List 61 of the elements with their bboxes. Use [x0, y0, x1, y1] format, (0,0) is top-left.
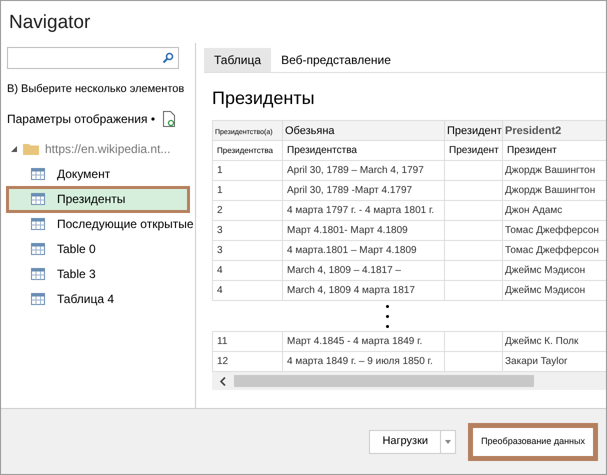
tree-item[interactable]: Таблица 4 — [7, 286, 189, 312]
column-header: Обезьяна — [285, 125, 335, 137]
table-cell: 4 — [213, 281, 283, 301]
table-cell-text: Джеймс К. Полк — [504, 335, 580, 349]
tree-item[interactable]: https://en.wikipedia.nt... — [45, 140, 170, 158]
horizontal-scrollbar[interactable] — [212, 372, 606, 390]
table-cell-text: Джордж Вашингтон — [504, 184, 596, 198]
table-cell: 1 — [213, 181, 283, 201]
table-cell: 3 — [213, 241, 283, 261]
preview-title: Президенты — [211, 87, 316, 110]
tree-item[interactable]: Table 0 — [7, 236, 189, 262]
search-icon — [162, 52, 174, 64]
table-cell: 11 — [213, 332, 283, 352]
table-icon — [31, 293, 45, 305]
tree-item[interactable]: Президенты — [7, 186, 189, 212]
table-cell-text: Джеймс Мэдисон — [504, 264, 586, 278]
table-cell: April 30, 1789 -Март 4.1797 — [283, 181, 445, 201]
load-button[interactable]: Нагрузки — [369, 430, 456, 454]
tree-item[interactable]: Table 3 — [7, 262, 189, 286]
table-cell: April 30, 1789 – March 4, 1797 — [283, 161, 445, 181]
table-cell-text: Томас Джефферсон — [504, 244, 600, 258]
expand-arrow-icon[interactable] — [11, 146, 17, 152]
search-field[interactable] — [7, 47, 179, 69]
scroll-left-icon[interactable] — [220, 376, 226, 386]
column-subheader: Президентства — [213, 141, 283, 161]
transform-data-button[interactable]: Преобразование данных — [468, 422, 598, 460]
column-header: Президент — [447, 125, 502, 137]
table-cell: 1 — [213, 161, 283, 181]
table-icon — [31, 218, 45, 230]
table-cell-text: Джордж Вашингтон — [504, 164, 596, 178]
tab[interactable]: Таблица — [204, 48, 272, 72]
table-cell: 2 — [213, 201, 283, 221]
table-icon — [31, 168, 45, 180]
table-icon — [31, 243, 45, 255]
table-cell: 4 марта.1801 – Март 4.1809 — [283, 241, 445, 261]
table-cell: 4 марта 1797 г. - 4 марта 1801 г. — [283, 201, 445, 221]
dropdown-caret-icon[interactable] — [445, 440, 452, 444]
table-cell: Март 4.1845 - 4 марта 1849 г. — [283, 332, 445, 352]
table-icon — [31, 193, 45, 205]
column-header: President2 — [505, 125, 562, 137]
table-cell-text: Закари Taylor — [504, 355, 568, 369]
table-cell-text: Джон Адамс — [504, 204, 564, 218]
column-subheader: Президент — [503, 141, 606, 161]
folder-icon — [23, 142, 39, 155]
tree-item[interactable]: Документ — [7, 162, 189, 186]
column-subheader: Президент — [445, 141, 503, 161]
table-icon — [31, 268, 45, 280]
table-cell: March 4, 1809 – 4.1817 – — [283, 261, 445, 281]
scroll-thumb[interactable] — [234, 375, 534, 387]
table-cell-text: Джеймс Мэдисон — [504, 284, 586, 298]
table-cell: 4 — [213, 261, 283, 281]
refresh-document-icon[interactable] — [163, 110, 176, 126]
table-cell: 3 — [213, 221, 283, 241]
table-cell: March 4, 1809 4 марта 1817 — [283, 281, 445, 301]
display-options[interactable]: Параметры отображения • — [7, 110, 156, 128]
column-subheader: Президентства — [283, 141, 445, 161]
hint-text: В) Выберите несколько элементов — [7, 82, 184, 97]
tab[interactable]: Веб-представление — [271, 48, 401, 72]
table-cell-text: Томас Джефферсон — [504, 224, 600, 238]
window-title: Navigator — [8, 11, 92, 35]
table-cell: Март 4.1801- Март 4.1809 — [283, 221, 445, 241]
